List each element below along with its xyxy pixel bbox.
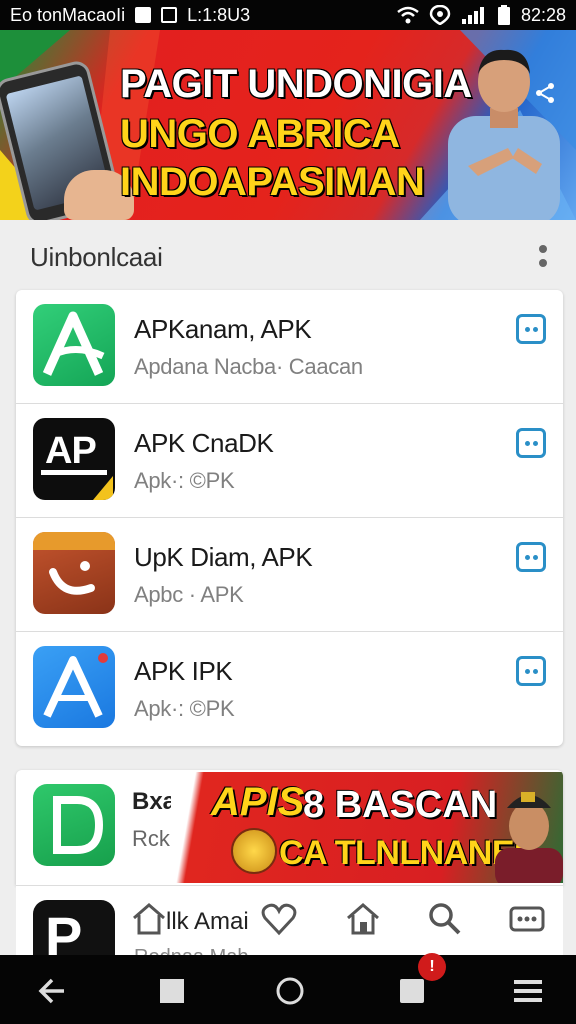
message-icon[interactable] <box>516 656 546 686</box>
status-bar: Eo tonMacaoIi L:1:8U3 82:28 <box>0 0 576 30</box>
share-icon[interactable] <box>534 82 556 104</box>
blue-a-icon <box>33 646 115 728</box>
heart-icon[interactable] <box>260 900 298 938</box>
home-circle-icon[interactable] <box>270 971 310 1011</box>
black-p-icon: P <box>33 900 115 955</box>
location-icon <box>429 5 451 25</box>
promo-ad-banner[interactable]: APIS 8 BASCAN CA TLNLNANES <box>171 772 563 883</box>
more-horizontal-icon[interactable] <box>508 900 546 938</box>
app-subtitle: Apdana Nacba· Caacan <box>134 354 363 379</box>
section-title: Uinbonlcaai <box>30 242 163 272</box>
app-subtitle: Rodnaa Mab <box>134 946 249 955</box>
wifi-icon <box>397 6 419 24</box>
message-icon[interactable] <box>516 542 546 572</box>
battery-icon <box>497 5 510 25</box>
stop-square-icon[interactable] <box>152 971 192 1011</box>
message-icon[interactable] <box>516 314 546 344</box>
app-name: APK IPK <box>134 656 233 686</box>
message-icon[interactable] <box>516 428 546 458</box>
carrier-label: Eo tonMacaoIi <box>10 4 126 25</box>
system-navigation-bar <box>0 955 576 1024</box>
partial-list-item[interactable]: P llk Amai Rodnaa Mab <box>16 885 563 955</box>
promo-card[interactable]: Bxa Rck APIS 8 BASCAN CA TLNLNANES <box>16 770 563 885</box>
black-ap-icon: AP <box>33 418 115 500</box>
emblem-icon <box>231 828 277 874</box>
app-name: APK CnaDK <box>134 428 274 458</box>
more-options-icon[interactable] <box>536 242 550 270</box>
section-header: Uinbonlcaai <box>0 220 576 290</box>
brown-phone-icon <box>33 532 115 614</box>
search-icon[interactable] <box>426 900 464 938</box>
green-a-icon <box>33 304 115 386</box>
banner-line-1: PAGIT UNDONIGIA <box>120 62 472 106</box>
app-subtitle: Apbc · APK <box>134 582 244 607</box>
banner-line-2: UNGO ABRICA <box>120 112 400 156</box>
app-list-item[interactable]: APK IPK Apk·: ©PK <box>16 632 563 746</box>
app-list-item[interactable]: UpK Diam, APK Apbc · APK <box>16 518 563 632</box>
status-time-left: L:1:8U3 <box>187 4 251 25</box>
notification-square-icon <box>135 7 152 23</box>
promo-apis-text: APIS <box>211 780 305 824</box>
app-list-item[interactable]: AP APK CnaDK Apk·: ©PK <box>16 404 563 518</box>
promo-label: Bxa <box>132 788 177 815</box>
promo-sublabel: Rck <box>132 826 170 851</box>
app-list: APKanam, APK Apdana Nacba· Caacan AP APK… <box>16 290 563 746</box>
presenter-photo <box>448 49 560 220</box>
status-time-right: 82:28 <box>520 4 566 25</box>
app-screen: Eo tonMacaoIi L:1:8U3 82:28 PAGIT UNDONI… <box>0 0 576 1024</box>
promo-person-photo <box>495 792 563 883</box>
notification-badge: ! <box>418 953 446 981</box>
menu-icon[interactable] <box>508 971 548 1011</box>
green-d-app-icon <box>33 784 115 866</box>
signal-icon <box>461 7 484 24</box>
promo-banner-top[interactable]: PAGIT UNDONIGIA UNGO ABRICA INDOAPASIMAN <box>0 30 576 220</box>
home-icon[interactable] <box>344 900 382 938</box>
app-name: APKanam, APK <box>134 314 312 344</box>
back-icon[interactable] <box>34 971 74 1011</box>
app-subtitle: Apk·: ©PK <box>134 468 235 493</box>
banner-line-3: INDOAPASIMAN <box>120 160 425 204</box>
app-name: UpK Diam, APK <box>134 542 313 572</box>
app-list-item[interactable]: APKanam, APK Apdana Nacba· Caacan <box>16 290 563 404</box>
home-icon[interactable] <box>130 900 168 938</box>
app-subtitle: Apk·: ©PK <box>134 696 235 721</box>
promo-headline: 8 BASCAN <box>303 784 498 826</box>
app-name: llk Amai <box>166 908 249 935</box>
notification-square-icon <box>161 7 178 23</box>
